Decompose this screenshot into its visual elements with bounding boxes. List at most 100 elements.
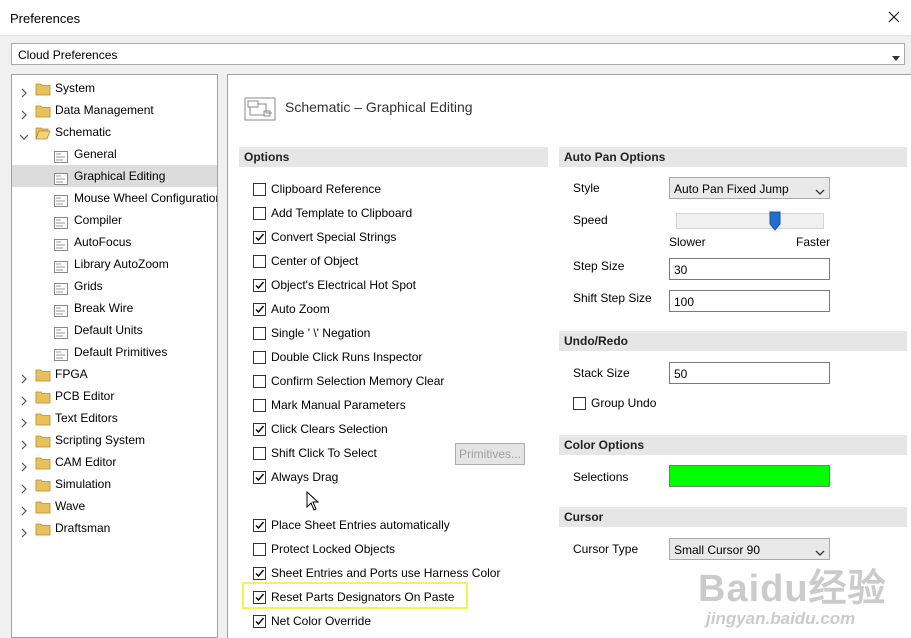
chevron-right-icon[interactable] <box>19 435 29 450</box>
tree-item-label: CAM Editor <box>55 455 117 469</box>
tree-item-data-management[interactable]: Data Management <box>12 99 217 121</box>
stack-size-label: Stack Size <box>573 366 630 380</box>
chevron-right-icon[interactable] <box>19 523 29 538</box>
page-title: Schematic – Graphical Editing <box>285 99 473 115</box>
selections-color-swatch[interactable] <box>669 465 830 487</box>
chevron-right-icon[interactable] <box>19 413 29 428</box>
group-undo-label: Group Undo <box>591 396 657 410</box>
tree-item-cam-editor[interactable]: CAM Editor <box>12 451 217 473</box>
checkbox-label: Always Drag <box>271 470 339 484</box>
tree-item-general[interactable]: General <box>12 143 217 165</box>
speed-slider-thumb[interactable] <box>769 211 781 231</box>
checkbox[interactable] <box>253 255 266 268</box>
step-size-input[interactable]: 30 <box>669 258 830 280</box>
tree-item-label: PCB Editor <box>55 389 115 403</box>
close-icon[interactable] <box>883 6 905 28</box>
checkbox-label: Object's Electrical Hot Spot <box>271 278 417 292</box>
chevron-right-icon[interactable] <box>19 479 29 494</box>
mouse-pointer-icon <box>306 490 320 511</box>
checkbox[interactable] <box>253 207 266 220</box>
checkbox-label: Confirm Selection Memory Clear <box>271 374 445 388</box>
chevron-right-icon[interactable] <box>19 391 29 406</box>
baidu-watermark: Baidu经验 jingyan.baidu.com <box>698 557 898 637</box>
speed-label: Speed <box>573 213 608 227</box>
checkbox[interactable] <box>253 543 266 556</box>
tree-item-default-units[interactable]: Default Units <box>12 319 217 341</box>
preferences-tree[interactable]: System Data Management Schematic General Gra… <box>11 74 218 638</box>
chevron-down-icon[interactable] <box>19 127 29 140</box>
settings-page-icon <box>54 346 68 361</box>
tree-item-break-wire[interactable]: Break Wire <box>12 297 217 319</box>
chevron-right-icon[interactable] <box>19 369 29 384</box>
tree-item-label: Text Editors <box>55 411 118 425</box>
tree-item-draftsman[interactable]: Draftsman <box>12 517 217 539</box>
shift-step-size-input[interactable]: 100 <box>669 290 830 312</box>
tree-item-mouse-wheel-configuration[interactable]: Mouse Wheel Configuration <box>12 187 217 209</box>
auto-pan-section-header: Auto Pan Options <box>559 147 907 167</box>
checkbox-label: Protect Locked Objects <box>271 542 396 556</box>
speed-slider-track[interactable] <box>676 213 824 229</box>
preferences-profile-dropdown[interactable]: Cloud Preferences <box>11 43 905 65</box>
checkbox[interactable] <box>253 423 266 436</box>
tree-item-scripting-system[interactable]: Scripting System <box>12 429 217 451</box>
checkbox[interactable] <box>253 231 266 244</box>
style-label: Style <box>573 181 600 195</box>
checkbox[interactable] <box>253 327 266 340</box>
chevron-right-icon[interactable] <box>19 457 29 472</box>
tree-item-label: Graphical Editing <box>74 169 166 183</box>
highlight-annotation <box>242 582 468 609</box>
group-undo-checkbox[interactable] <box>573 397 586 410</box>
checkbox[interactable] <box>253 567 266 580</box>
options-section-header: Options <box>239 147 548 167</box>
checkbox[interactable] <box>253 351 266 364</box>
tree-item-grids[interactable]: Grids <box>12 275 217 297</box>
checkbox[interactable] <box>253 279 266 292</box>
tree-item-default-primitives[interactable]: Default Primitives <box>12 341 217 363</box>
checkbox[interactable] <box>253 303 266 316</box>
tree-item-fpga[interactable]: FPGA <box>12 363 217 385</box>
watermark-url: jingyan.baidu.com <box>706 609 856 628</box>
tree-item-system[interactable]: System <box>12 77 217 99</box>
tree-item-label: Mouse Wheel Configuration <box>74 191 218 205</box>
tree-item-label: System <box>55 81 96 95</box>
chevron-down-icon <box>815 546 825 556</box>
checkbox-label: Sheet Entries and Ports use Harness Colo… <box>271 566 501 580</box>
tree-item-simulation[interactable]: Simulation <box>12 473 217 495</box>
tree-item-text-editors[interactable]: Text Editors <box>12 407 217 429</box>
tree-item-autofocus[interactable]: AutoFocus <box>12 231 217 253</box>
tree-item-label: Default Units <box>74 323 143 337</box>
stack-size-input[interactable]: 50 <box>669 362 830 384</box>
checkbox-label: Clipboard Reference <box>271 182 382 196</box>
chevron-right-icon[interactable] <box>19 501 29 516</box>
folder-icon <box>35 499 51 514</box>
primitives-button[interactable]: Primitives... <box>455 443 525 465</box>
checkbox[interactable] <box>253 447 266 460</box>
folder-open-icon <box>35 125 51 140</box>
folder-icon <box>35 477 51 492</box>
tree-item-compiler[interactable]: Compiler <box>12 209 217 231</box>
checkbox[interactable] <box>253 519 266 532</box>
checkbox-label: Convert Special Strings <box>271 230 397 244</box>
checkbox[interactable] <box>253 183 266 196</box>
checkbox[interactable] <box>253 615 266 628</box>
tree-item-schematic[interactable]: Schematic <box>12 121 217 143</box>
checkbox[interactable] <box>253 471 266 484</box>
folder-icon <box>35 411 51 426</box>
chevron-right-icon[interactable] <box>19 83 29 98</box>
checkbox-label: Center of Object <box>271 254 359 268</box>
tree-item-wave[interactable]: Wave <box>12 495 217 517</box>
undo-redo-section-header: Undo/Redo <box>559 331 907 351</box>
main-panel: Schematic – Graphical Editing Options Cl… <box>227 74 911 638</box>
tree-item-library-autozoom[interactable]: Library AutoZoom <box>12 253 217 275</box>
chevron-right-icon[interactable] <box>19 105 29 120</box>
checkbox-label: Click Clears Selection <box>271 422 388 436</box>
watermark-logo: Baidu经验 <box>698 568 887 610</box>
checkbox[interactable] <box>253 375 266 388</box>
checkbox-label: Mark Manual Parameters <box>271 398 406 412</box>
checkbox[interactable] <box>253 399 266 412</box>
auto-pan-style-select[interactable]: Auto Pan Fixed Jump <box>669 177 830 199</box>
tree-item-graphical-editing[interactable]: Graphical Editing <box>12 165 217 187</box>
tree-item-pcb-editor[interactable]: PCB Editor <box>12 385 217 407</box>
auto-pan-style-value: Auto Pan Fixed Jump <box>674 182 789 196</box>
slower-label: Slower <box>669 235 706 249</box>
